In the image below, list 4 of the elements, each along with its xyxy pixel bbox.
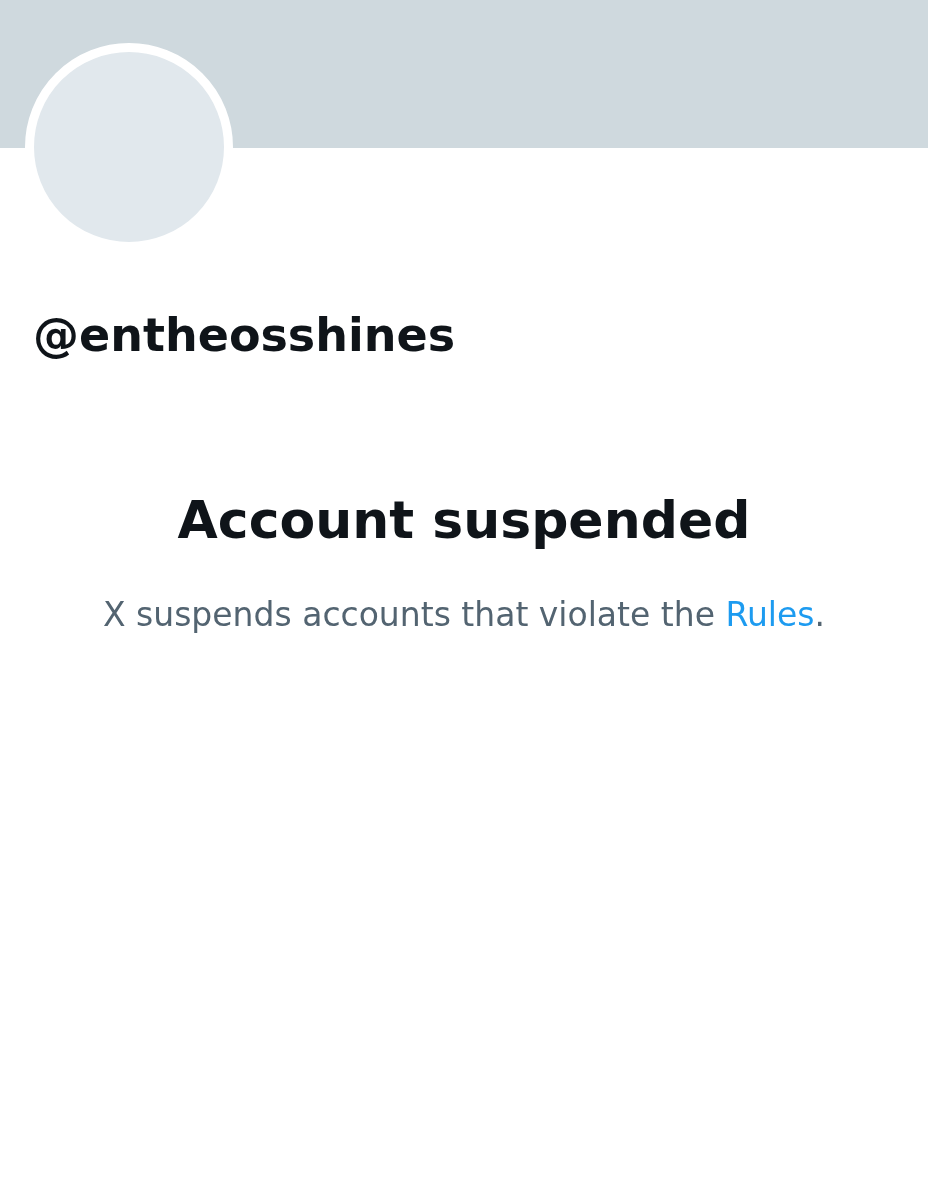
rules-link[interactable]: Rules <box>725 595 815 634</box>
suspended-title: Account suspended <box>177 489 751 552</box>
username: @entheosshines <box>33 308 456 362</box>
suspension-message: X suspends accounts that violate the Rules. <box>101 594 826 636</box>
